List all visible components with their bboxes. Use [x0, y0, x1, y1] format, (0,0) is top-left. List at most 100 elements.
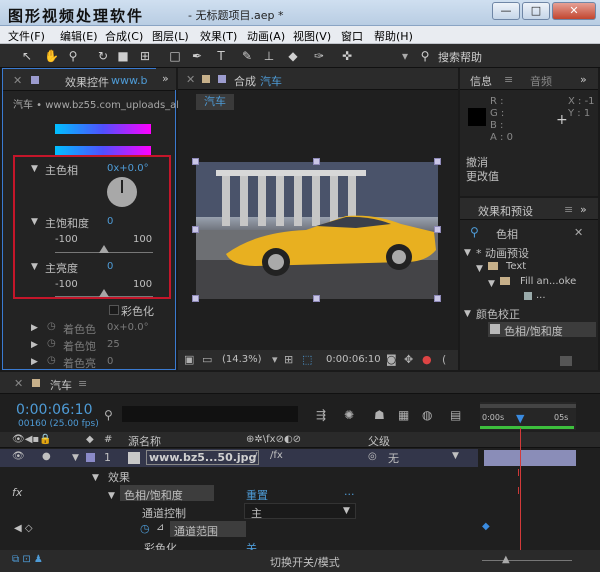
graph-editor-icon[interactable]: ▤ [450, 408, 461, 422]
pan-behind-tool-icon[interactable]: ⊞ [138, 49, 152, 63]
puppet-tool-icon[interactable]: ✜ [340, 49, 354, 63]
double-chevron-icon[interactable]: » [580, 203, 587, 216]
frame-blend-icon[interactable]: ▦ [398, 408, 409, 422]
clear-icon[interactable]: ✕ [574, 226, 583, 239]
menu-animation[interactable]: 动画(A) [247, 28, 285, 44]
expand-triangle-icon[interactable]: ▼ [488, 279, 495, 289]
effect-controls-tab[interactable]: 效果控件 [65, 74, 109, 90]
toggle-switches-modes[interactable]: 切换开关/模式 [270, 554, 340, 570]
tree-color-correction[interactable]: 颜色校正 [476, 306, 520, 322]
playhead-icon[interactable]: ▼ [516, 412, 524, 425]
eraser-tool-icon[interactable]: ◆ [286, 49, 300, 63]
effects-presets-tab[interactable]: 效果和预设 [478, 203, 533, 219]
double-chevron-icon[interactable]: » [580, 73, 587, 86]
master-lightness-value[interactable]: 0 [107, 261, 113, 272]
pen-tool-icon[interactable]: ✒ [190, 49, 204, 63]
zoom-level[interactable]: (14.3%) [222, 354, 262, 365]
expand-triangle-icon[interactable]: ▼ [31, 262, 38, 272]
layer-row[interactable]: 👁 ● ▼ 1 www.bz5...50.jpg / /fx ◎ 无 ▼ [0, 449, 478, 467]
more-icon[interactable]: ( [442, 353, 446, 366]
expand-triangle-icon[interactable]: ▼ [31, 164, 38, 174]
zoom-slider-knob[interactable]: ▲ [502, 554, 510, 565]
effect-controls-tab-link[interactable]: www.b [111, 74, 147, 87]
graph-icon[interactable]: ⊿ [156, 522, 164, 533]
channel-icon[interactable]: ✥ [404, 353, 413, 366]
region-icon[interactable]: ⬚ [302, 353, 312, 366]
tree-preset-item[interactable]: ... [536, 290, 546, 301]
presets-search-input[interactable]: 色相 [496, 226, 518, 242]
fx-icon[interactable]: /fx [270, 450, 283, 461]
menu-edit[interactable]: 编辑(E) [60, 28, 98, 44]
menu-view[interactable]: 视图(V) [293, 28, 331, 44]
zoom-slider[interactable] [482, 560, 572, 561]
maximize-button[interactable]: □ [522, 2, 550, 20]
work-area-bar[interactable] [480, 404, 576, 408]
transform-handle[interactable] [192, 158, 199, 165]
composition-timecode[interactable]: 0:00:06:10 [326, 354, 381, 365]
shy-icon[interactable]: ☗ [374, 408, 385, 422]
saturation-slider-knob[interactable] [99, 245, 109, 253]
camera-tool-icon[interactable]: ■ [116, 49, 130, 63]
zoom-tool-icon[interactable]: ⚲ [66, 49, 80, 63]
layer-tag[interactable]: 汽车 [196, 94, 234, 110]
label-color[interactable] [86, 453, 95, 462]
composition-tab-name[interactable]: 汽车 [260, 73, 282, 89]
expand-triangle-icon[interactable]: ▶ [31, 323, 38, 333]
composition-tab-label[interactable]: 合成 [234, 73, 256, 89]
menu-file[interactable]: 文件(F) [8, 28, 45, 44]
transform-handle[interactable] [434, 226, 441, 233]
spiral-icon[interactable]: ◎ [368, 451, 377, 462]
close-button[interactable]: ✕ [552, 2, 596, 20]
eye-icon[interactable]: 👁 [12, 451, 25, 462]
transform-handle[interactable] [434, 158, 441, 165]
roto-brush-tool-icon[interactable]: ✑ [312, 49, 326, 63]
menu-help[interactable]: 帮助(H) [374, 28, 413, 44]
tree-text-folder[interactable]: Text [506, 261, 526, 272]
effect-name[interactable]: 色相/饱和度 [124, 487, 183, 503]
rotate-tool-icon[interactable]: ↻ [96, 49, 110, 63]
stopwatch-icon[interactable]: ◷ [47, 338, 56, 349]
info-tab[interactable]: 信息 [470, 73, 492, 89]
expand-triangle-icon[interactable]: ▼ [72, 453, 79, 463]
camera-icon[interactable]: ◙ [386, 353, 397, 366]
expand-triangle-icon[interactable]: ▼ [476, 264, 483, 274]
rectangle-tool-icon[interactable]: □ [168, 49, 182, 63]
chevron-down-icon[interactable]: ▼ [452, 451, 459, 461]
always-preview-icon[interactable]: ▣ [184, 353, 194, 366]
menu-layer[interactable]: 图层(L) [152, 28, 189, 44]
keyframe-nav-icon[interactable]: ◀ ◇ [14, 523, 33, 534]
audio-tab[interactable]: 音频 [530, 73, 552, 89]
selection-tool-icon[interactable]: ↖ [20, 49, 34, 63]
hue-dial[interactable] [107, 177, 137, 207]
color-channels-icon[interactable]: ● [422, 353, 432, 366]
time-ruler[interactable]: 0:00s 05s ▼ [480, 402, 576, 430]
transform-handle[interactable] [313, 295, 320, 302]
menu-composition[interactable]: 合成(C) [105, 28, 143, 44]
brush-tool-icon[interactable]: ✎ [240, 49, 254, 63]
tree-animation-presets[interactable]: * 动画预设 [476, 245, 529, 261]
colorize-checkbox[interactable] [109, 305, 119, 315]
expand-triangle-icon[interactable]: ▶ [31, 357, 38, 367]
keyframe-diamond-icon[interactable]: ◆ [482, 521, 490, 532]
chevron-down-icon[interactable]: ▾ [272, 353, 278, 366]
master-saturation-value[interactable]: 0 [107, 216, 113, 227]
menu-icon[interactable]: ≡ [504, 73, 513, 86]
grid-icon[interactable]: ⊞ [284, 353, 293, 366]
effect-more-link[interactable]: ... [344, 485, 355, 498]
search-icon[interactable]: ⚲ [104, 408, 113, 422]
expand-triangle-icon[interactable]: ▼ [31, 217, 38, 227]
expand-triangle-icon[interactable]: ▼ [92, 473, 99, 483]
timeline-search-input[interactable] [122, 406, 298, 422]
effect-reset-link[interactable]: 重置 [246, 487, 268, 503]
layer-parent[interactable]: 无 [388, 450, 399, 466]
stopwatch-icon[interactable]: ◷ [47, 355, 56, 366]
stopwatch-icon[interactable]: ◷ [140, 522, 150, 535]
clone-stamp-tool-icon[interactable]: ⊥ [262, 49, 276, 63]
parent-column[interactable]: 父级 [368, 433, 390, 449]
comp-mini-flowchart-icon[interactable]: ⇶ [316, 408, 326, 422]
transform-handle[interactable] [434, 295, 441, 302]
hand-tool-icon[interactable]: ✋ [44, 49, 59, 63]
new-folder-icon[interactable] [560, 356, 572, 366]
expand-triangle-icon[interactable]: ▼ [464, 309, 471, 319]
menu-effect[interactable]: 效果(T) [200, 28, 237, 44]
